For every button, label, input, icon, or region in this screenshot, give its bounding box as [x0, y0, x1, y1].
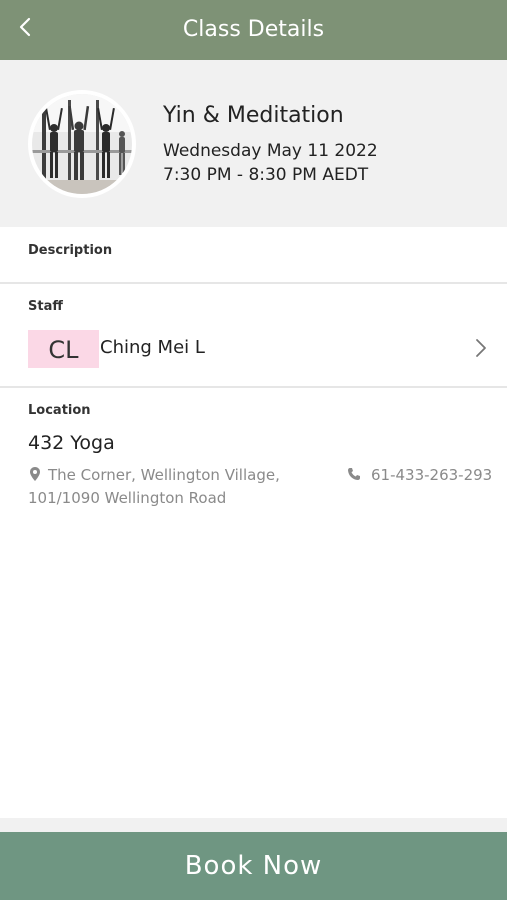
yoga-class-image — [32, 94, 132, 194]
divider — [0, 386, 507, 388]
location-name: 432 Yoga — [28, 432, 115, 454]
chevron-right-icon — [476, 339, 486, 357]
class-summary-card: Yin & Meditation Wednesday May 11 2022 7… — [0, 60, 507, 227]
page-title: Class Details — [182, 17, 325, 42]
footer-divider — [0, 818, 507, 832]
staff-label: Staff — [28, 299, 63, 314]
class-name: Yin & Meditation — [163, 103, 344, 128]
address-line-2: 101/1090 Wellington Road — [28, 489, 227, 507]
staff-avatar-initials: CL — [28, 330, 99, 368]
staff-name: Ching Mei L — [100, 337, 205, 358]
location-address: The Corner, Wellington Village, 101/1090… — [28, 464, 318, 510]
class-time: 7:30 PM - 8:30 PM AEDT — [163, 165, 369, 185]
location-label: Location — [28, 403, 91, 418]
description-label: Description — [28, 243, 113, 258]
phone-icon — [348, 468, 360, 480]
divider — [0, 282, 507, 284]
location-phone[interactable]: 61-433-263-293 — [347, 464, 492, 487]
class-date: Wednesday May 11 2022 — [163, 141, 378, 161]
class-photo — [28, 90, 136, 198]
address-line-1: The Corner, Wellington Village, — [48, 466, 280, 484]
map-pin-icon — [30, 467, 40, 481]
staff-row[interactable]: CL Ching Mei L — [0, 322, 507, 374]
phone-number: 61-433-263-293 — [371, 466, 493, 484]
book-now-button[interactable]: Book Now — [0, 832, 507, 900]
app-header: Class Details — [0, 0, 507, 60]
